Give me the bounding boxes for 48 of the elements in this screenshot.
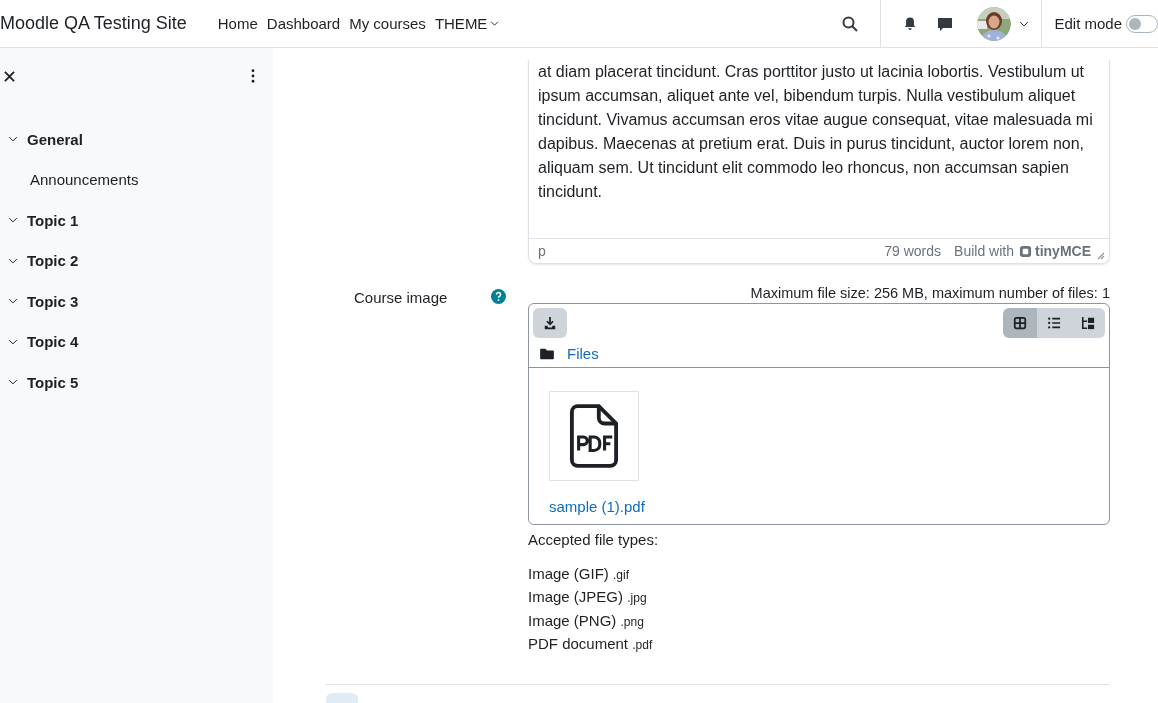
search-icon[interactable] — [842, 15, 859, 32]
caret-icon — [490, 19, 500, 28]
resize-handle-icon[interactable] — [1095, 250, 1105, 260]
close-icon[interactable] — [4, 70, 15, 82]
word-count[interactable]: 79 words — [884, 243, 942, 259]
download-icon — [543, 316, 557, 330]
download-button[interactable] — [533, 308, 567, 338]
nav-link[interactable]: Home — [217, 11, 258, 36]
file-type: Image (JPEG) .jpg — [528, 587, 647, 607]
file-type: Image (PNG) .png — [528, 610, 644, 631]
breadcrumb-link[interactable]: Files — [567, 345, 599, 362]
file-link[interactable]: sample (1).pdf — [549, 498, 645, 515]
branding-label: Build with — [954, 243, 1014, 259]
section-link[interactable]: Topic 1 — [27, 211, 79, 229]
accepted-types-heading: Accepted file types: — [528, 530, 659, 550]
activity-link[interactable]: Announcements — [0, 159, 139, 200]
logo-icon — [1019, 244, 1032, 258]
field-label: Course image — [354, 289, 448, 306]
edit-mode-label: Edit mode — [1054, 15, 1122, 32]
file-thumbnail[interactable] — [549, 391, 639, 481]
section-link[interactable]: Topic 3 — [27, 292, 79, 310]
site-name[interactable]: Moodle QA Testing Site — [0, 13, 187, 34]
chat-icon[interactable] — [937, 15, 954, 32]
grid-view-icon — [1013, 316, 1027, 330]
element-path[interactable]: p — [538, 243, 546, 259]
pdf-file-icon — [569, 404, 619, 468]
view-button[interactable] — [1003, 308, 1037, 338]
nav-link[interactable]: My courses — [349, 11, 426, 36]
section-link[interactable]: Topic 4 — [27, 333, 79, 351]
text-editor[interactable] — [528, 60, 1110, 264]
view-button[interactable] — [1037, 308, 1071, 338]
more-menu-icon[interactable] — [251, 69, 255, 83]
nav-dropdown[interactable]: THEME — [434, 11, 500, 36]
list-view-icon — [1047, 316, 1061, 330]
section-link[interactable]: Topic 5 — [27, 373, 79, 391]
section-link[interactable]: General — [27, 130, 83, 148]
bell-icon[interactable] — [903, 16, 918, 31]
folder-icon — [540, 347, 554, 360]
file-type: Image (GIF) .gif — [528, 563, 630, 584]
upload-limits: Maximum file size: 256 MB, maximum number of files: 1 — [749, 284, 1110, 303]
help-icon[interactable] — [491, 289, 506, 304]
tinymce-logo[interactable]: tinyMCE — [1019, 243, 1091, 259]
nav-link[interactable]: Dashboard — [266, 11, 341, 36]
view-button[interactable] — [1071, 308, 1105, 338]
section-link[interactable]: Topic 2 — [27, 252, 79, 270]
file-type: PDF document .pdf — [528, 634, 653, 654]
editor-paragraph: at diam placerat tincidunt. Cras porttitor justo ut lacinia lobortis. Vestibulum ut ipsum accumsan, aliquet ante vel, bibendum turpis. Nulla vestibulum aliquet tincidunt. Vivamus accumsan eros vitae augue consequat, vitae malesuada mi dapibus. Maecenas at pretium erat. Duis in purus tincidunt, auctor lorem non, aliquam sem. Ut tincidunt elit commodo leo rhoncus, non accumsan sapien tincidunt. — [537, 62, 1094, 202]
tree-view-icon — [1081, 316, 1095, 330]
